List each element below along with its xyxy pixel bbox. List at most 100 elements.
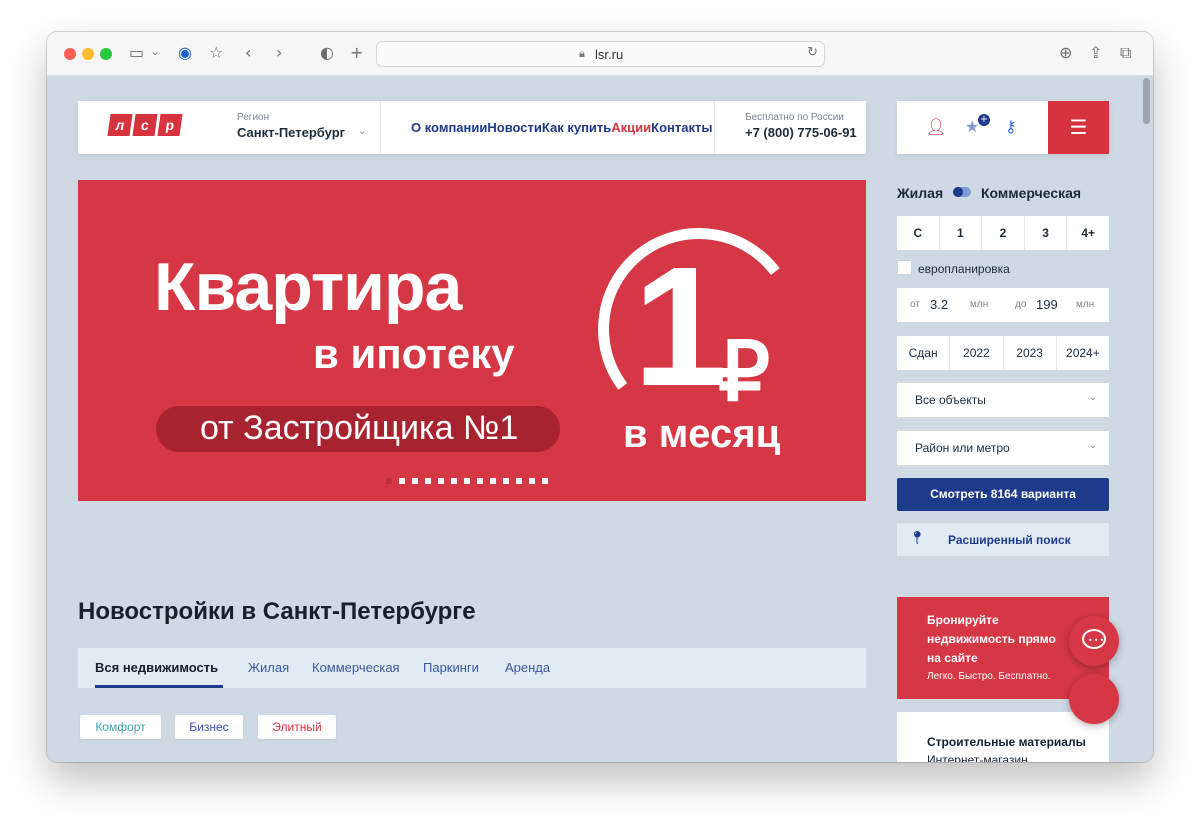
carousel-dot[interactable] [503,478,509,484]
carousel-dot[interactable] [542,478,548,484]
menu-button[interactable]: ☰ [1048,101,1109,154]
web-page: лср Регион Санкт-Петербург ⌄ О компанииН… [47,76,1153,762]
carousel-dot[interactable] [386,478,392,484]
type-residential[interactable]: Жилая [897,185,943,201]
bookmark-star-icon[interactable]: ☆ [209,43,223,63]
year-option[interactable]: Сдан [897,336,951,370]
browser-window: ▭ ⌄ ◉ ☆ ‹ › ◐ + 🔒︎ lsr.ru ↻ ⊕ ⇪ ⧉ лср Ре… [47,32,1153,762]
phone-number[interactable]: +7 (800) 775-06-91 [745,125,857,140]
materials-title: Строительные материалы [927,735,1086,749]
close-window-button[interactable] [64,48,76,60]
promo-banner[interactable]: Квартира в ипотеку от Застройщика №1 1 ₽… [78,180,866,501]
chevron-down-icon: ⌄ [1088,392,1097,403]
key-icon[interactable]: ⚷ [1005,117,1017,136]
user-icon[interactable]: 👤︎ [926,117,946,136]
chat-button[interactable]: ••• [1069,616,1119,666]
district-select[interactable]: Район или метро ⌄ [897,431,1109,465]
chip-comfort[interactable]: Комфорт [80,715,161,739]
nav-promotions[interactable]: Акции [611,120,651,135]
divider [380,101,381,154]
price-from-input[interactable]: 3.2 [930,297,948,312]
main-nav: О компанииНовостиКак купитьАкцииКонтакты [411,120,712,135]
zoom-window-button[interactable] [100,48,112,60]
banner-headline: Квартира [154,249,462,325]
tab-all[interactable]: Вся недвижимость [95,660,218,675]
tab-rent[interactable]: Аренда [505,660,550,675]
show-results-button[interactable]: Смотреть 8164 варианта [897,478,1109,511]
objects-select-value: Все объекты [915,393,986,407]
carousel-dot[interactable] [529,478,535,484]
callback-button[interactable] [1069,674,1119,724]
tab-residential[interactable]: Жилая [248,660,289,675]
carousel-dot[interactable] [425,478,431,484]
tabs-icon[interactable]: ⧉ [1120,43,1131,63]
banner-currency: ₽ [718,327,771,418]
objects-select[interactable]: Все объекты ⌄ [897,383,1109,417]
divider [714,101,715,154]
browser-toolbar: ▭ ⌄ ◉ ☆ ‹ › ◐ + 🔒︎ lsr.ru ↻ ⊕ ⇪ ⧉ [47,32,1153,76]
nav-contacts[interactable]: Контакты [651,120,712,135]
map-pin-icon: 📍︎ [909,531,926,546]
new-tab-icon[interactable]: + [350,43,363,63]
logo-letter: р [157,114,183,136]
banner-subheadline: в ипотеку [313,330,515,377]
carousel-dot[interactable] [464,478,470,484]
year-option[interactable]: 2024+ [1057,336,1109,370]
address-bar[interactable]: 🔒︎ lsr.ru ↻ [376,41,825,67]
carousel-dot[interactable] [477,478,483,484]
chip-business[interactable]: Бизнес [175,715,243,739]
share-icon[interactable]: ⇪ [1089,43,1102,63]
chevron-down-icon[interactable]: ⌄ [151,43,159,63]
advanced-search-button[interactable]: 📍︎ Расширенный поиск [897,523,1109,556]
carousel-dots[interactable] [386,478,555,486]
type-commercial[interactable]: Коммерческая [981,185,1081,201]
property-type-toggle[interactable] [953,187,971,197]
completion-year-selector: Сдан 2022 2023 2024+ [897,336,1109,370]
price-to-input[interactable]: 199 [1036,297,1058,312]
minimize-window-button[interactable] [82,48,94,60]
euro-layout-checkbox[interactable] [897,260,912,275]
euro-layout-checkbox-row[interactable]: европланировка [897,260,1010,276]
nav-about[interactable]: О компании [411,120,487,135]
back-icon[interactable]: ‹ [245,43,251,63]
chip-elite[interactable]: Элитный [258,715,336,739]
rooms-option[interactable]: 4+ [1067,216,1109,250]
carousel-dot[interactable] [399,478,405,484]
chat-dots: ••• [1088,636,1106,645]
year-option[interactable]: 2022 [950,336,1004,370]
carousel-dot[interactable] [438,478,444,484]
carousel-dot[interactable] [490,478,496,484]
reload-icon[interactable]: ↻ [807,45,818,60]
hamburger-icon: ☰ [1069,115,1088,139]
carousel-dot[interactable] [516,478,522,484]
download-icon[interactable]: ⊕ [1059,43,1072,63]
price-from-label: от [910,299,920,310]
forward-icon[interactable]: › [276,43,282,63]
year-option[interactable]: 2023 [1004,336,1057,370]
carousel-dot[interactable] [412,478,418,484]
rooms-option[interactable]: 3 [1025,216,1068,250]
promo-subtitle: Легко. Быстро. Бесплатно. [927,671,1051,682]
region-selector[interactable]: Санкт-Петербург [237,125,345,140]
sidebar-icon[interactable]: ▭ [129,43,144,63]
page-scrollbar[interactable] [1143,78,1150,124]
materials-card[interactable]: Строительные материалы Интернет-магазин [897,712,1109,762]
nav-news[interactable]: Новости [487,120,542,135]
chevron-down-icon[interactable]: ⌄ [358,126,366,137]
property-tabs: Вся недвижимость Жилая Коммерческая Парк… [78,648,866,688]
rooms-option[interactable]: 1 [940,216,983,250]
rooms-option[interactable]: 2 [982,216,1025,250]
phone-label: Бесплатно по России [745,112,844,123]
tab-parking[interactable]: Паркинги [423,660,479,675]
rooms-option[interactable]: С [897,216,940,250]
price-range: от 3.2 млн до 199 млн [897,288,1109,322]
tab-commercial[interactable]: Коммерческая [312,660,400,675]
nav-how-to-buy[interactable]: Как купить [542,120,611,135]
region-label: Регион [237,112,270,123]
lsr-logo[interactable]: лср [107,114,184,136]
price-from-unit: млн [970,299,989,310]
vpn-icon[interactable]: ◉ [178,43,192,63]
url-text[interactable]: lsr.ru [595,47,623,62]
carousel-dot[interactable] [451,478,457,484]
shield-icon[interactable]: ◐ [320,43,334,63]
